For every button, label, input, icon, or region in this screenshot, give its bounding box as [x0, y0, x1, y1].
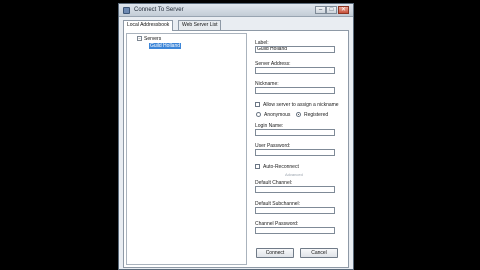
- label-field[interactable]: Guild Holland: [255, 46, 335, 53]
- maximize-button[interactable]: □: [326, 6, 337, 14]
- connect-button[interactable]: Connect: [256, 248, 294, 258]
- default-channel-field[interactable]: [255, 186, 335, 193]
- minimize-button[interactable]: –: [315, 6, 326, 14]
- login-name-field[interactable]: [255, 129, 335, 136]
- cancel-button[interactable]: Cancel: [300, 248, 338, 258]
- tab-local-addressbook[interactable]: Local Addressbook: [123, 20, 174, 31]
- tab-strip: Local Addressbook Web Server List: [123, 20, 353, 31]
- auto-reconnect-label: Auto-Reconnect: [263, 164, 299, 170]
- user-password-field[interactable]: [255, 149, 335, 156]
- tab-web-server-list[interactable]: Web Server List: [178, 20, 222, 30]
- local-addressbook-pane: − Servers Guild Holland Label: Guild Holl…: [123, 30, 349, 268]
- default-subchannel-field[interactable]: [255, 207, 335, 214]
- tree-node-label: Servers: [144, 36, 162, 42]
- allow-assign-label: Allow server to assign a nickname: [263, 102, 339, 108]
- title-bar[interactable]: Connect To Server – □ ✕: [119, 4, 353, 17]
- anonymous-radio[interactable]: [256, 112, 261, 117]
- tree-node-label: Guild Holland: [149, 43, 182, 49]
- anonymous-label: Anonymous: [264, 112, 291, 118]
- channel-password-field[interactable]: [255, 227, 335, 234]
- allow-assign-checkbox[interactable]: [255, 102, 260, 107]
- app-icon: [123, 7, 130, 14]
- advanced-link[interactable]: Advanced: [285, 172, 303, 177]
- tree-node-servers[interactable]: − Servers: [137, 36, 161, 42]
- nickname-field[interactable]: [255, 87, 335, 94]
- tree-node-server[interactable]: Guild Holland: [149, 43, 182, 49]
- server-address-field[interactable]: [255, 67, 335, 74]
- auto-reconnect-checkbox[interactable]: [255, 164, 260, 169]
- window-title: Connect To Server: [134, 7, 184, 13]
- registered-radio[interactable]: [296, 112, 301, 117]
- close-button[interactable]: ✕: [338, 6, 349, 14]
- collapse-icon[interactable]: −: [137, 36, 142, 42]
- registered-label: Registered: [304, 112, 329, 118]
- connect-to-server-window: Connect To Server – □ ✕ Local Addressboo…: [118, 3, 354, 270]
- server-tree[interactable]: − Servers Guild Holland: [126, 33, 247, 265]
